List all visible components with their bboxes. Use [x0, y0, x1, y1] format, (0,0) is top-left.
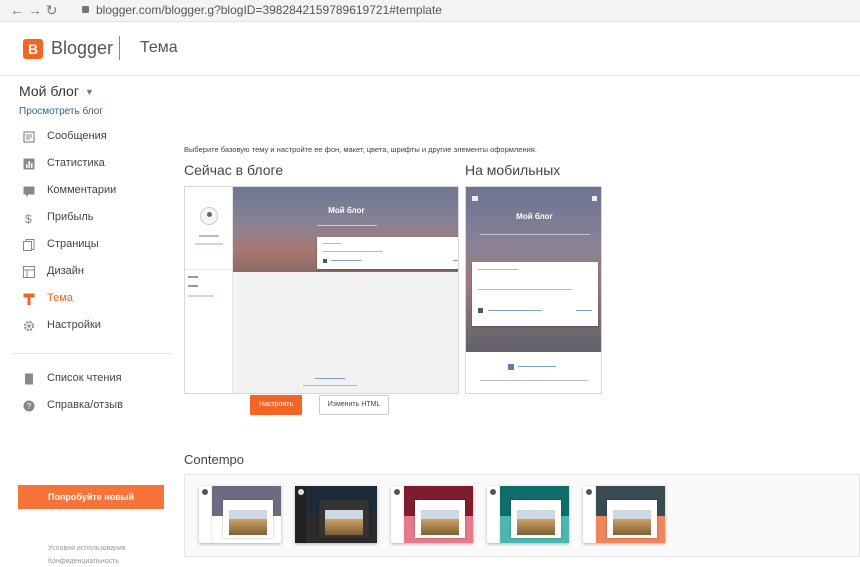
view-blog-link[interactable]: Просмотреть блог	[19, 106, 103, 117]
sidebar: Мой блог ▼ Просмотреть блог Сообщения Ста…	[0, 77, 172, 567]
layout-icon	[23, 266, 35, 278]
sidebar-item-pages[interactable]: Страницы	[0, 235, 172, 257]
theme-thumbnail-light[interactable]	[199, 486, 281, 543]
browser-nav-icons[interactable]: ← → ↻	[10, 2, 58, 19]
header-divider	[119, 36, 120, 60]
comments-icon	[23, 186, 35, 197]
privacy-link[interactable]: Конфиденциальность	[48, 558, 119, 565]
browser-address-bar[interactable]: ← → ↻ blogger.com/blogger.g?blogID=39828…	[0, 0, 860, 22]
help-icon: ?	[23, 400, 35, 412]
url-text[interactable]: blogger.com/blogger.g?blogID=39828421597…	[96, 3, 442, 17]
sidebar-item-settings[interactable]: Настройки	[0, 316, 172, 338]
preview-blog-title: Мой блог	[328, 206, 365, 215]
sidebar-item-label: Статистика	[47, 157, 105, 169]
sidebar-item-layout[interactable]: Дизайн	[0, 262, 172, 284]
sidebar-item-label: Справка/отзыв	[47, 399, 123, 411]
stats-icon	[23, 158, 35, 170]
sidebar-item-label: Страницы	[47, 238, 99, 250]
sidebar-item-label: Сообщения	[47, 130, 107, 142]
sidebar-item-stats[interactable]: Статистика	[0, 154, 172, 176]
castle-image	[325, 510, 363, 535]
preview-hero: Мой блог	[233, 187, 458, 272]
desktop-theme-preview[interactable]: Мой блог	[184, 186, 459, 394]
theme-gallery	[184, 474, 860, 557]
customize-button[interactable]: Настроить	[250, 395, 302, 415]
brand-name[interactable]: Blogger	[51, 38, 113, 59]
theme-thumbnail-orange[interactable]	[583, 486, 665, 543]
theme-icon	[23, 293, 35, 305]
sidebar-item-label: Комментарии	[47, 184, 117, 196]
theme-thumbnail-teal[interactable]	[487, 486, 569, 543]
castle-image	[613, 510, 651, 535]
dollar-icon: $	[25, 212, 32, 224]
edit-html-button[interactable]: Изменить HTML	[319, 395, 389, 415]
svg-text:?: ?	[27, 402, 32, 411]
sidebar-item-label: Прибыль	[47, 211, 94, 223]
preview-tabs	[317, 225, 377, 226]
mobile-preview-footer	[466, 352, 601, 393]
mobile-theme-heading: На мобильных	[465, 162, 561, 178]
theme-main: Выберите базовую тему и настройте ее фон…	[172, 77, 860, 567]
mobile-preview-tabs	[480, 234, 590, 235]
posts-icon	[23, 131, 35, 143]
sidebar-item-reading-list[interactable]: Список чтения	[0, 369, 172, 391]
sidebar-divider	[12, 353, 172, 354]
blog-name: Мой блог	[19, 83, 79, 99]
lock-icon	[82, 6, 89, 13]
terms-link[interactable]: Условия использования	[48, 545, 126, 552]
sidebar-item-posts[interactable]: Сообщения	[0, 127, 172, 149]
mobile-preview-blog-title: Мой блог	[516, 212, 553, 221]
theme-thumbnail-red[interactable]	[391, 486, 473, 543]
mobile-theme-preview[interactable]: Мой блог	[465, 186, 602, 394]
page-title: Тема	[140, 39, 178, 56]
svg-text:$: $	[25, 212, 32, 224]
sidebar-item-label: Настройки	[47, 319, 101, 331]
pages-icon	[23, 239, 35, 251]
castle-image	[229, 510, 267, 535]
blogger-logo-icon[interactable]: B	[23, 39, 43, 59]
gear-icon	[24, 321, 34, 331]
preview-post-card	[317, 237, 458, 269]
sidebar-item-label: Дизайн	[47, 265, 84, 277]
sidebar-item-label: Список чтения	[47, 372, 122, 384]
theme-thumbnail-dark[interactable]	[295, 486, 377, 543]
sidebar-item-label: Тема	[47, 292, 73, 304]
sidebar-item-theme[interactable]: Тема	[0, 289, 172, 311]
current-theme-heading: Сейчас в блоге	[184, 162, 284, 178]
sidebar-item-help[interactable]: ? Справка/отзыв	[0, 396, 172, 418]
castle-image	[517, 510, 555, 535]
mobile-preview-post-card	[472, 262, 598, 326]
try-new-blogger-button[interactable]: Попробуйте новый	[18, 485, 164, 509]
sidebar-item-earnings[interactable]: $ Прибыль	[0, 208, 172, 230]
preview-sidebar	[185, 187, 233, 393]
reading-list-icon	[25, 373, 33, 385]
app-header: B Blogger Тема	[0, 22, 860, 76]
profile-icon	[200, 207, 218, 225]
sidebar-item-comments[interactable]: Комментарии	[0, 181, 172, 203]
blog-selector[interactable]: Мой блог ▼	[19, 83, 94, 99]
castle-image	[421, 510, 459, 535]
caret-down-icon: ▼	[84, 87, 94, 98]
intro-text: Выберите базовую тему и настройте ее фон…	[184, 145, 537, 154]
mobile-preview-hero: Мой блог	[466, 187, 601, 352]
theme-group-heading: Contempo	[184, 452, 244, 467]
